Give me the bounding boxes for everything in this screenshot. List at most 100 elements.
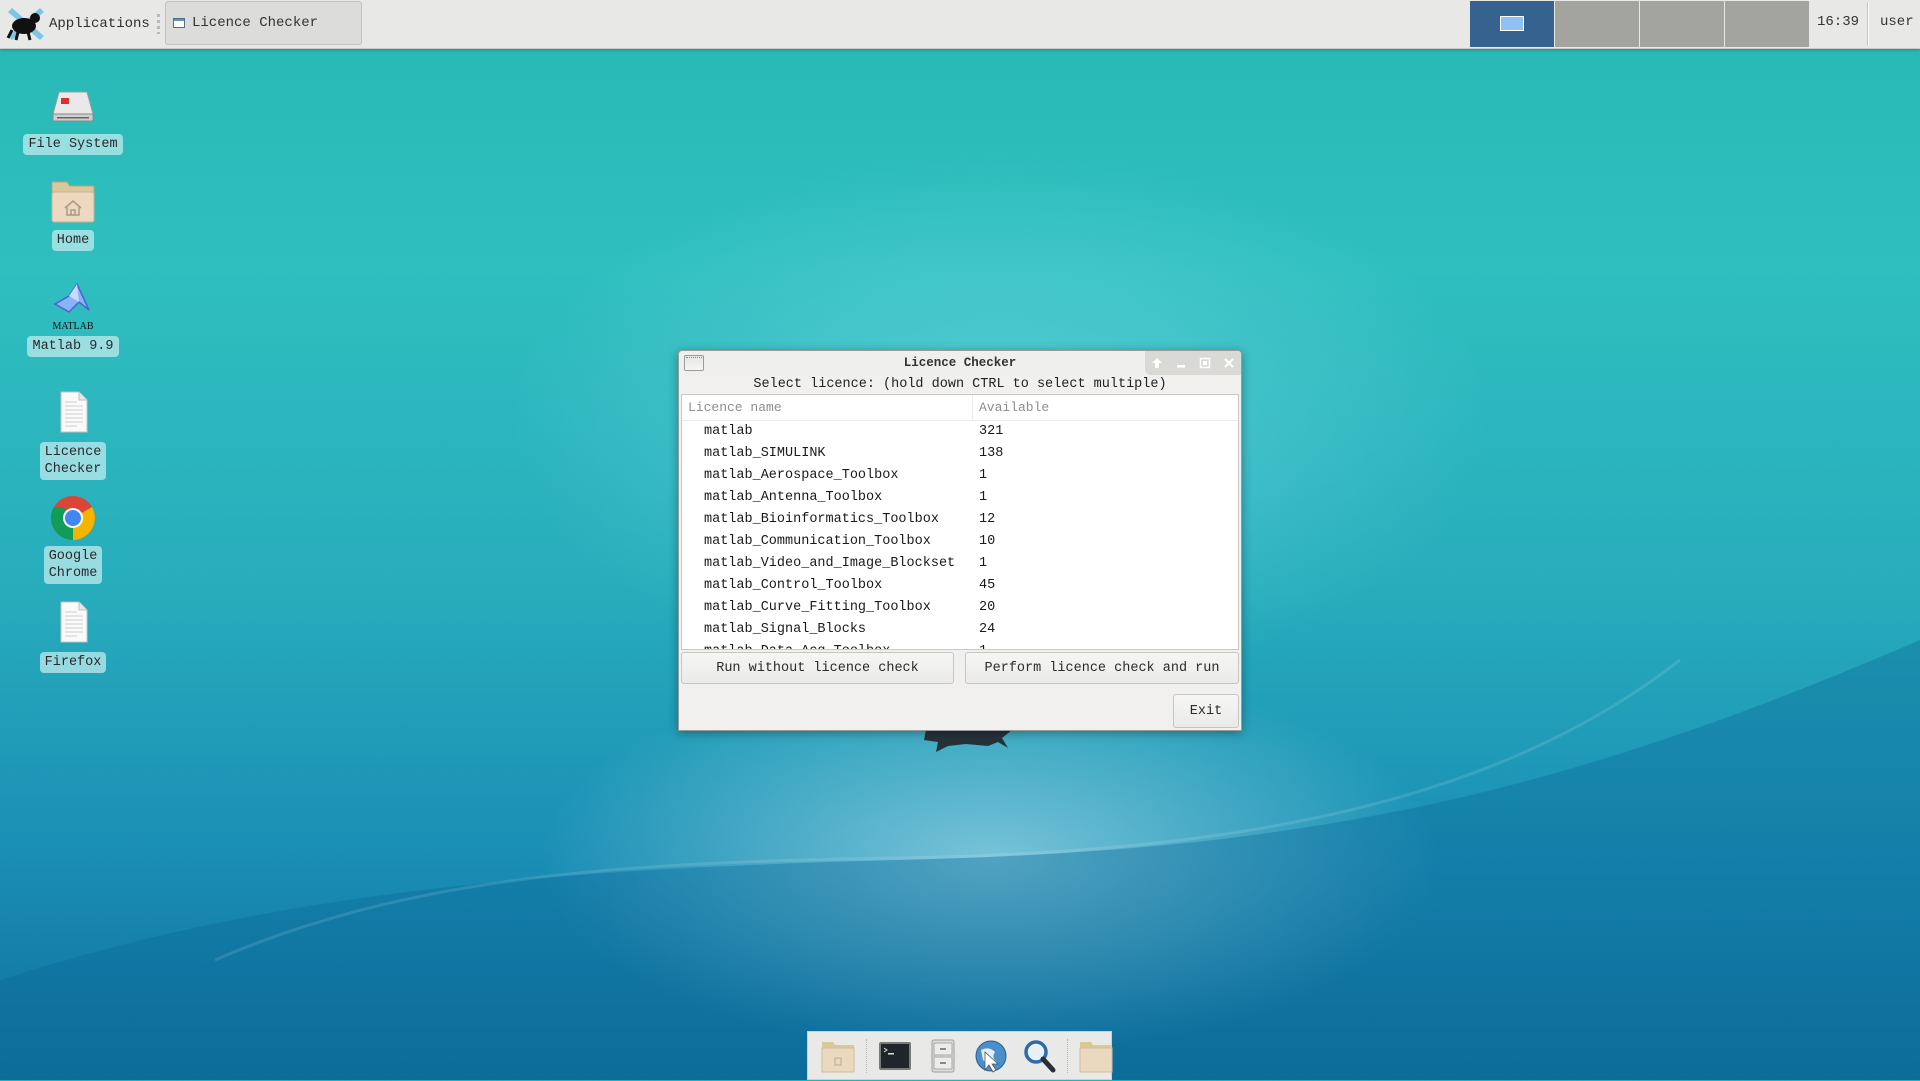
bottom-dock [807,1031,1113,1080]
panel-separator [1867,2,1869,46]
dock-terminal[interactable] [875,1036,915,1076]
folder-icon [1079,1041,1113,1072]
workspace-4[interactable] [1725,1,1809,47]
licence-available: 1 [979,468,988,483]
licence-row[interactable]: matlab_SIMULINK 138 [682,443,1238,465]
dock-file-manager[interactable] [923,1036,963,1076]
desktop-icon-google-chrome[interactable]: Google Chrome [13,494,133,584]
licence-name: matlab_Video_and_Image_Blockset [704,556,956,571]
minimize-button[interactable] [1172,354,1190,372]
workspace-1[interactable] [1470,1,1554,47]
dialog-titlebar[interactable]: Licence Checker [679,351,1241,376]
licence-available: 1 [979,490,988,505]
dock-web-browser[interactable] [971,1036,1011,1076]
licence-row[interactable]: matlab_Bioinformatics_Toolbox 12 [682,509,1238,531]
licence-name: matlab_Control_Toolbox [704,578,883,593]
desktop-icon-label: Home [51,230,95,251]
search-icon [1024,1039,1056,1072]
desktop-icon-label: Matlab 9.9 [27,336,119,357]
maximize-button[interactable] [1196,354,1214,372]
window-controls [1145,351,1241,375]
dock-separator [866,1038,867,1073]
top-panel: Applications Licence Checker 16:39 user [0,0,1920,49]
licence-row[interactable]: matlab_Curve_Fitting_Toolbox 20 [682,597,1238,619]
licence-name: matlab_Communication_Toolbox [704,534,931,549]
licence-name: matlab_Aerospace_Toolbox [704,468,899,483]
workspace-switcher [1470,1,1810,47]
clock[interactable]: 16:39 [1817,14,1859,30]
desktop-icon-label: Firefox [39,652,107,673]
licence-name: matlab_Data_Acq_Toolbox [704,644,890,649]
desktop-icon-label: File System [23,134,123,155]
chrome-icon [49,494,97,542]
licence-row[interactable]: matlab_Aerospace_Toolbox 1 [682,465,1238,487]
desktop-icon-firefox[interactable]: Firefox [13,600,133,673]
dock-home-folder[interactable] [818,1036,858,1076]
licence-available: 321 [979,424,1004,439]
licence-available: 24 [979,622,996,637]
licence-available: 1 [979,644,987,649]
licence-name: matlab_Antenna_Toolbox [704,490,883,505]
close-icon [1224,358,1234,368]
licence-row[interactable]: matlab 321 [682,421,1238,443]
document-icon [49,390,97,438]
licence-checker-dialog: Licence Checker Select licence: (hold do… [678,350,1242,731]
home-folder-icon [821,1041,855,1072]
desktop-icon-label: Licence Checker [39,442,107,480]
perform-licence-check-and-run-button[interactable]: Perform licence check and run [965,652,1239,684]
close-button[interactable] [1220,354,1238,372]
workspace-3[interactable] [1640,1,1724,47]
desktop-icon-matlab[interactable]: MATLAB Matlab 9.9 [13,282,133,357]
column-divider[interactable] [972,395,973,420]
xfce-mouse-logo-icon [6,4,46,44]
select-licence-prompt: Select licence: (hold down CTRL to selec… [753,377,1167,392]
desktop-icon-licence-checker[interactable]: Licence Checker [13,390,133,480]
user-menu[interactable]: user [1880,14,1914,30]
licence-list[interactable]: Licence name Available matlab 321 matlab_… [681,394,1239,650]
matlab-icon: MATLAB [49,282,97,332]
licence-name: matlab [704,424,753,439]
licence-row[interactable]: matlab_Communication_Toolbox 10 [682,531,1238,553]
licence-available: 138 [979,446,1004,461]
licence-rows: matlab 321 matlab_SIMULINK 138 matlab_Aero… [682,421,1238,649]
shade-button[interactable] [1148,354,1166,372]
drive-icon [49,82,97,130]
workspace-2[interactable] [1555,1,1639,47]
workspace-window-preview [1500,16,1524,31]
licence-row[interactable]: matlab_Signal_Blocks 24 [682,619,1238,641]
panel-separator [157,14,160,34]
minimize-icon [1177,365,1185,368]
desktop-icon-label: Google Chrome [43,546,103,584]
licence-available: 12 [979,512,996,527]
xfce-mouse-wallpaper-logo [924,730,1012,752]
column-header-available[interactable]: Available [979,400,1049,415]
desktop-icon-home[interactable]: Home [13,178,133,251]
licence-row[interactable]: matlab_Antenna_Toolbox 1 [682,487,1238,509]
desktop-icon-file-system[interactable]: File System [13,82,133,155]
exit-button[interactable]: Exit [1173,694,1239,728]
web-browser-globe-icon [975,1040,1007,1073]
arrow-up-icon [1152,358,1162,368]
dock-separator [1067,1038,1068,1073]
dock-folder[interactable] [1076,1036,1116,1076]
document-icon [49,600,97,648]
maximize-icon [1199,357,1211,369]
run-without-licence-check-button[interactable]: Run without licence check [681,652,954,684]
licence-available: 1 [979,556,988,571]
file-cabinet-icon [931,1039,955,1072]
licence-row[interactable]: matlab_Data_Acq_Toolbox 1 [682,641,1238,649]
list-header: Licence name Available [682,395,1238,421]
column-header-licence-name[interactable]: Licence name [688,400,782,415]
licence-name: matlab_Curve_Fitting_Toolbox [704,600,931,615]
licence-available: 20 [979,600,996,615]
licence-available: 10 [979,534,996,549]
licence-row[interactable]: matlab_Video_and_Image_Blockset 1 [682,553,1238,575]
licence-row[interactable]: matlab_Control_Toolbox 45 [682,575,1238,597]
applications-label: Applications [49,16,150,32]
home-folder-icon [49,178,97,226]
taskbar-window-licence-checker[interactable]: Licence Checker [165,1,362,45]
applications-menu[interactable]: Applications [6,4,150,44]
taskbar-window-label: Licence Checker [192,15,319,31]
licence-name: matlab_Bioinformatics_Toolbox [704,512,939,527]
dock-app-finder[interactable] [1019,1036,1059,1076]
